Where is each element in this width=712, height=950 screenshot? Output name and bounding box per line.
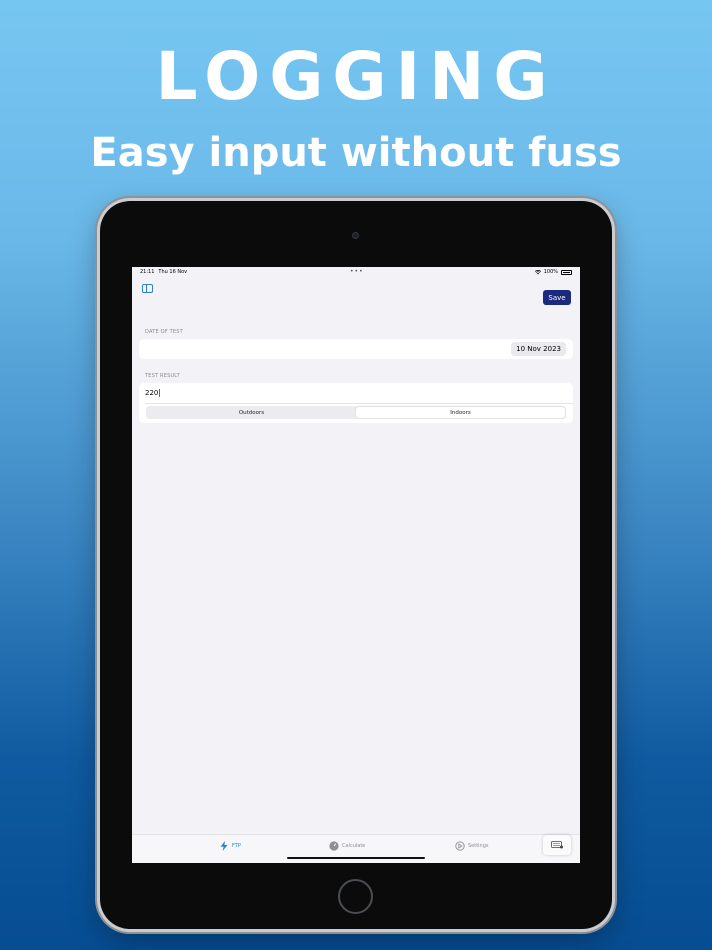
save-button[interactable]: Save — [543, 290, 571, 305]
location-segmented-control[interactable]: Outdoors Indoors — [146, 406, 566, 419]
wifi-icon — [534, 269, 541, 274]
tab-settings[interactable]: Settings — [455, 841, 489, 851]
status-time: 21:11 — [140, 269, 155, 275]
marketing-subtitle: Easy input without fuss — [90, 130, 622, 176]
result-section-header: TEST RESULT — [145, 373, 180, 379]
tab-calculate[interactable]: Calculate — [329, 841, 365, 851]
tab-ftp-label: FTP — [232, 843, 241, 849]
marketing-title: LOGGING — [155, 38, 557, 115]
segment-indoors[interactable]: Indoors — [356, 407, 565, 418]
sidebar-toggle-icon[interactable] — [142, 284, 153, 293]
gauge-icon — [329, 841, 339, 851]
tab-bar: FTP Calculate Settings — [132, 834, 580, 863]
status-date: Thu 16 Nov — [158, 269, 188, 275]
nav-bar: Save — [132, 277, 580, 305]
divider — [145, 403, 573, 404]
keyboard-icon — [551, 841, 563, 849]
test-result-value: 220 — [145, 389, 159, 397]
segment-outdoors[interactable]: Outdoors — [147, 407, 356, 418]
tab-calculate-label: Calculate — [342, 843, 366, 849]
battery-icon — [561, 269, 572, 275]
keyboard-dismiss-button[interactable] — [543, 835, 571, 855]
bolt-icon — [220, 841, 228, 851]
date-card: 10 Nov 2023 — [139, 339, 573, 359]
result-card: 220 Outdoors Indoors — [139, 383, 573, 423]
ipad-frame: 21:11 Thu 16 Nov ••• 100% Save DATE OF T… — [100, 201, 612, 929]
app-screen: 21:11 Thu 16 Nov ••• 100% Save DATE OF T… — [132, 267, 580, 863]
home-button[interactable] — [338, 879, 373, 914]
tab-ftp[interactable]: FTP — [219, 841, 241, 851]
tab-settings-label: Settings — [468, 843, 489, 849]
battery-percent: 100% — [543, 269, 558, 275]
test-result-input[interactable]: 220 — [145, 387, 345, 399]
date-section-header: DATE OF TEST — [145, 329, 183, 335]
camera-icon — [352, 232, 359, 239]
status-bar: 21:11 Thu 16 Nov ••• 100% — [132, 267, 580, 277]
date-picker[interactable]: 10 Nov 2023 — [511, 342, 566, 356]
settings-icon — [455, 841, 465, 851]
multitasking-dots-icon[interactable]: ••• — [350, 268, 364, 275]
text-caret — [158, 389, 160, 397]
home-indicator — [287, 857, 425, 859]
